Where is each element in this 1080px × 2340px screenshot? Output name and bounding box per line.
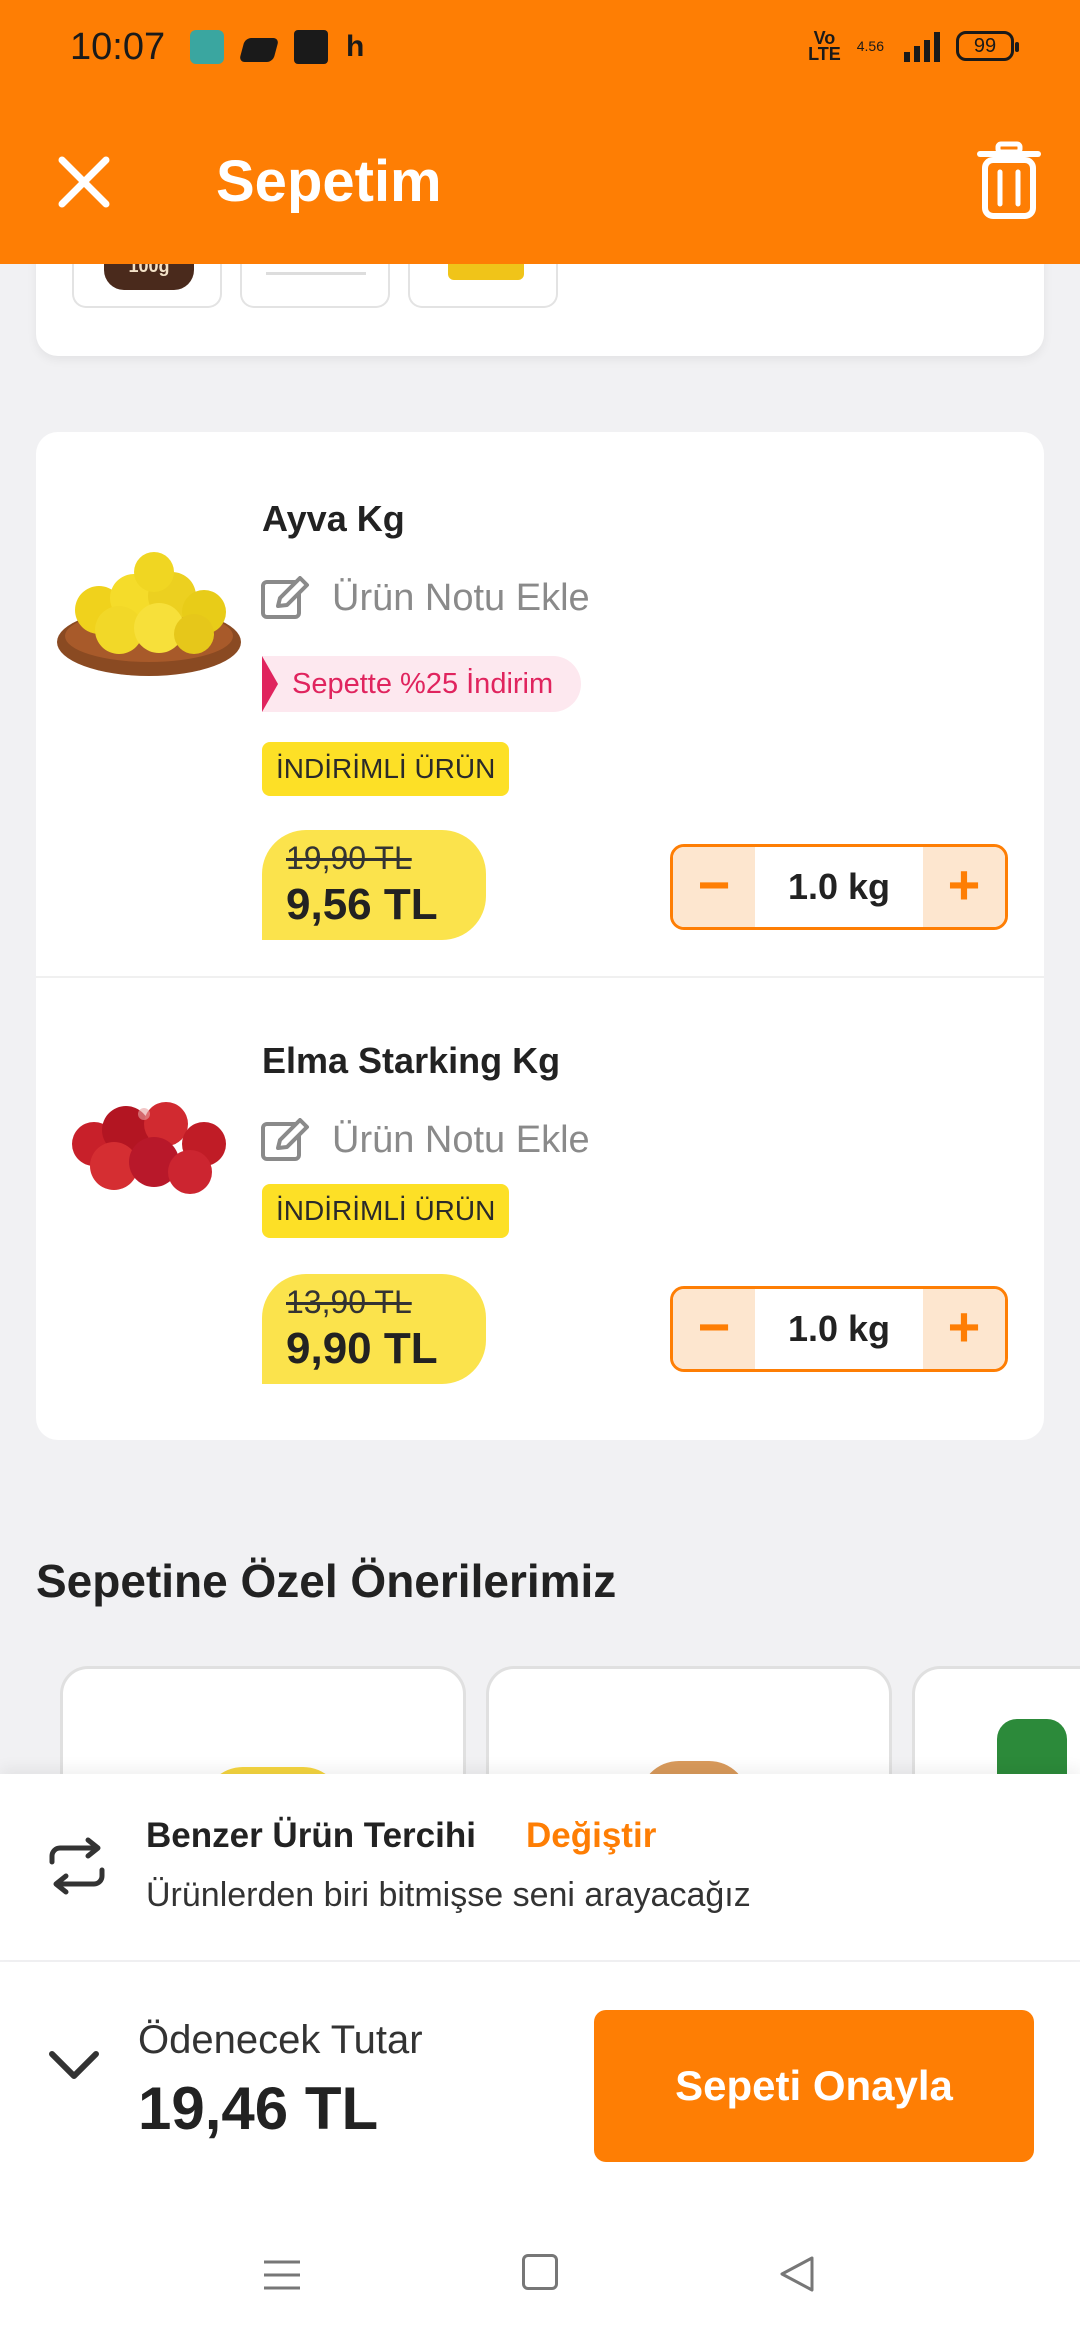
system-navigation-bar [0, 2202, 1080, 2340]
swap-icon [49, 1837, 105, 1895]
quantity-value: 1.0 kg [787, 1308, 891, 1349]
cart-item: Ayva Kg Ürün Notu Ekle Sepette %25 İndir… [36, 432, 1044, 978]
discounted-product-tag: İNDİRİMLİ ÜRÜN [262, 742, 510, 796]
recommendations-title: Sepetine Özel Önerilerimiz [36, 1555, 617, 1607]
plus-icon: + [947, 853, 981, 916]
cart-item: Elma Starking Kg Ürün Notu Ekle İNDİRİML… [36, 978, 1044, 1440]
app-header-bar: 10:07 h Vo LTE 4.56 99 Sepetim [0, 0, 1080, 264]
plus-icon: + [947, 1295, 981, 1358]
old-price: 19,90 TL [286, 840, 412, 876]
package-notification-icon [294, 30, 328, 64]
confirm-cart-button[interactable]: Sepeti Onayla [594, 2010, 1034, 2162]
back-icon[interactable] [778, 2254, 816, 2294]
change-preference-link[interactable]: Değiştir [526, 1816, 656, 1856]
minus-icon: − [697, 1295, 731, 1358]
close-button[interactable] [48, 146, 120, 218]
cart-discount-badge: Sepette %25 İndirim [262, 656, 582, 712]
page-header: Sepetim [0, 96, 1080, 264]
recommendation-card[interactable] [60, 1666, 466, 1786]
card-notification-icon [238, 37, 280, 62]
recommendation-card[interactable] [486, 1666, 892, 1786]
minus-icon: − [697, 853, 731, 916]
quince-product-image[interactable] [54, 532, 244, 682]
app-notification-icon [190, 30, 224, 64]
system-status-icons: Vo LTE 4.56 99 [808, 28, 1019, 64]
discounted-product-tag: İNDİRİMLİ ÜRÜN [262, 1184, 510, 1238]
apple-product-image[interactable] [54, 1074, 244, 1224]
new-price: 9,56 TL [286, 880, 438, 929]
notification-icons: h [190, 30, 364, 64]
amount-due-value: 19,46 TL [138, 2075, 379, 2142]
network-speed: 4.56 [856, 38, 884, 54]
volte-icon: Vo LTE [808, 28, 841, 64]
edit-note-icon [261, 1118, 309, 1161]
add-note-button[interactable]: Ürün Notu Ekle [260, 576, 590, 620]
clear-cart-button[interactable] [976, 140, 1042, 220]
recent-apps-icon[interactable] [262, 2258, 302, 2292]
product-label-image [266, 272, 366, 275]
status-bar: 10:07 h Vo LTE 4.56 99 [0, 0, 1080, 96]
quantity-value: 1.0 kg [787, 866, 891, 907]
increase-quantity-button[interactable]: + [923, 1289, 1005, 1369]
increase-quantity-button[interactable]: + [923, 847, 1005, 927]
price-badge: 13,90 TL 9,90 TL [262, 1274, 486, 1384]
quantity-stepper: − 1.0 kg + [670, 844, 1008, 930]
preference-description: Ürünlerden biri bitmişse seni arayacağız [146, 1876, 751, 1914]
preference-title: Benzer Ürün Tercihi [146, 1816, 476, 1855]
price-badge: 19,90 TL 9,56 TL [262, 830, 486, 940]
page-title: Sepetim [216, 149, 442, 214]
add-note-button[interactable]: Ürün Notu Ekle [260, 1118, 590, 1162]
trash-icon [977, 141, 1041, 219]
add-note-label: Ürün Notu Ekle [332, 1118, 590, 1161]
amount-due-label: Ödenecek Tutar [138, 2018, 423, 2062]
decrease-quantity-button[interactable]: − [673, 847, 755, 927]
decrease-quantity-button[interactable]: − [673, 1289, 755, 1369]
product-name[interactable]: Ayva Kg [262, 498, 405, 540]
quantity-stepper: − 1.0 kg + [670, 1286, 1008, 1372]
product-name[interactable]: Elma Starking Kg [262, 1040, 560, 1082]
home-icon[interactable] [522, 2254, 558, 2290]
old-price: 13,90 TL [286, 1284, 412, 1320]
h-notification-icon: h [346, 30, 365, 63]
similar-product-preference: Benzer Ürün Tercihi Değiştir Ürünlerden … [0, 1774, 1080, 1960]
status-time: 10:07 [70, 26, 166, 68]
new-price: 9,90 TL [286, 1324, 438, 1373]
battery-icon: 99 [956, 31, 1019, 61]
payment-summary: Ödenecek Tutar 19,46 TL Sepeti Onayla [0, 1962, 1080, 2202]
edit-note-icon [261, 576, 309, 619]
chevron-down-icon[interactable] [44, 2044, 104, 2084]
signal-icon [904, 30, 940, 62]
add-note-label: Ürün Notu Ekle [332, 576, 590, 619]
cart-items-card: Ayva Kg Ürün Notu Ekle Sepette %25 İndir… [36, 432, 1044, 1440]
recommendation-card[interactable] [912, 1666, 1080, 1786]
close-icon [58, 156, 110, 208]
